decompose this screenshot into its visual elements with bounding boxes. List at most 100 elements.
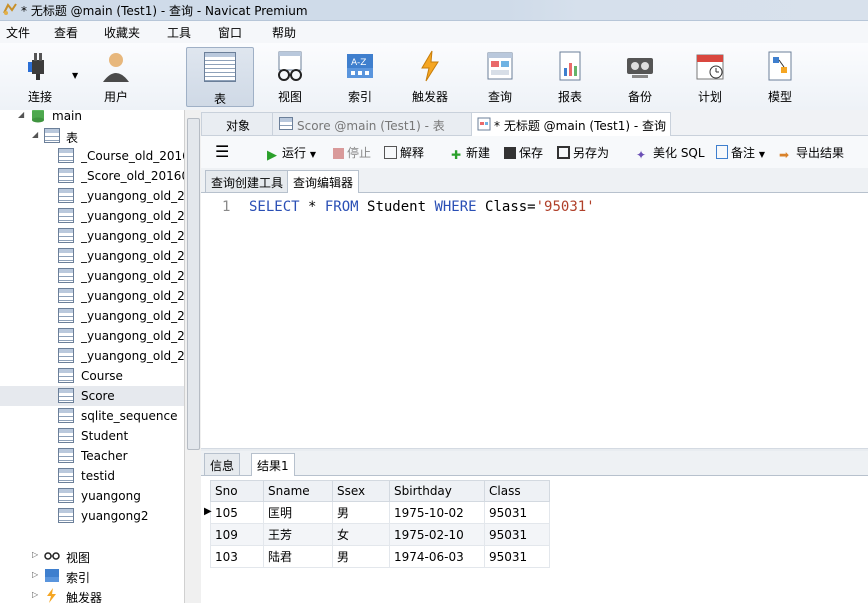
beautify-sql-button[interactable]: ✦ 美化 SQL <box>636 144 705 162</box>
table-row[interactable]: 105 匡明男 1975-10-02 95031 <box>210 501 550 524</box>
tree-node-table[interactable]: _yuangong_old_20 <box>0 246 184 266</box>
expand-arrow-icon[interactable]: ◢ <box>32 131 40 139</box>
tab-info[interactable]: 信息 <box>204 453 241 475</box>
collapsed-arrow-icon[interactable]: ▷ <box>32 571 40 579</box>
collapsed-arrow-icon[interactable]: ▷ <box>32 591 40 599</box>
trigger-button[interactable]: 触发器 <box>400 45 460 107</box>
table-cell[interactable]: 95031 <box>484 501 550 524</box>
tree-node-table[interactable]: _yuangong_old_20 <box>0 346 184 366</box>
tree-node-table[interactable]: _yuangong_old_20 <box>0 206 184 226</box>
expand-arrow-icon[interactable]: ◢ <box>18 111 26 119</box>
stop-button[interactable]: 停止 <box>333 144 371 161</box>
table-cell[interactable]: 男 <box>332 501 390 524</box>
export-result-button[interactable]: ➡ 导出结果 <box>779 144 844 162</box>
tree-node-table[interactable]: _yuangong_old_20 <box>0 326 184 346</box>
tree-node-table[interactable]: Student <box>0 426 184 446</box>
magic-wand-icon: ✦ <box>636 148 647 162</box>
tree-node-table[interactable]: yuangong2 <box>0 506 184 526</box>
comment-button[interactable]: 备注 ▼ <box>716 144 765 161</box>
hamburger-menu-icon[interactable]: ☰ <box>215 142 229 161</box>
tab-query[interactable]: * 无标题 @main (Test1) - 查询 <box>471 112 671 136</box>
tree-node-table[interactable]: Teacher <box>0 446 184 466</box>
tab-query-builder[interactable]: 查询创建工具 <box>205 170 290 192</box>
connect-button[interactable]: 连接 <box>10 45 70 107</box>
sql-text[interactable]: SELECT * FROM Student WHERE Class='95031… <box>249 199 595 215</box>
menu-view[interactable]: 查看 <box>54 24 78 41</box>
menu-help[interactable]: 帮助 <box>272 24 296 41</box>
table-row[interactable]: 103 陆君男 1974-06-03 95031 <box>210 545 550 568</box>
run-button[interactable]: ▶ 运行 ▼ <box>267 144 316 163</box>
table-cell[interactable]: 109 <box>210 523 264 546</box>
sql-editor[interactable] <box>201 193 868 448</box>
table-cell[interactable]: 1975-10-02 <box>389 501 485 524</box>
tab-objects[interactable]: 对象 <box>201 112 273 135</box>
menu-window[interactable]: 窗口 <box>218 24 242 41</box>
chevron-down-icon[interactable]: ▼ <box>310 150 316 159</box>
tree-node-table[interactable]: _yuangong_old_20 <box>0 186 184 206</box>
tree-node-table[interactable]: Course <box>0 366 184 386</box>
tree-node-views[interactable]: ▷ 视图 <box>0 546 184 566</box>
tree-node-indexes[interactable]: ▷ 索引 <box>0 566 184 586</box>
menu-file[interactable]: 文件 <box>6 24 30 41</box>
tab-result1[interactable]: 结果1 <box>251 453 295 476</box>
column-header[interactable]: Class <box>484 480 550 502</box>
report-button[interactable]: 报表 <box>540 45 600 107</box>
table-cell[interactable]: 王芳 <box>263 523 333 546</box>
save-button[interactable]: 保存 <box>504 144 543 161</box>
tree-node-tables[interactable]: ◢ 表 <box>0 126 184 146</box>
table-icon <box>44 128 60 143</box>
tree-node-table[interactable]: _yuangong_old_20 <box>0 306 184 326</box>
table-row[interactable]: 109 王芳女 1975-02-10 95031 <box>210 523 550 546</box>
tree-node-table[interactable]: _yuangong_old_20 <box>0 226 184 246</box>
user-icon <box>103 53 129 82</box>
tree-node-table[interactable]: Score <box>0 386 184 406</box>
column-header[interactable]: Sname <box>263 480 333 502</box>
scrollbar-thumb[interactable] <box>187 118 200 450</box>
column-header[interactable]: Ssex <box>332 480 390 502</box>
model-button[interactable]: 模型 <box>750 45 810 107</box>
column-header[interactable]: Sno <box>210 480 264 502</box>
tree-node-table[interactable]: sqlite_sequence <box>0 406 184 426</box>
table-cell[interactable]: 匡明 <box>263 501 333 524</box>
table-cell[interactable]: 1975-02-10 <box>389 523 485 546</box>
table-button[interactable]: 表 <box>186 47 254 107</box>
column-header[interactable]: Sbirthday <box>389 480 485 502</box>
table-cell[interactable]: 103 <box>210 545 264 568</box>
table-cell[interactable]: 陆君 <box>263 545 333 568</box>
tree-node-main[interactable]: ◢ main <box>0 110 184 126</box>
tree-scrollbar[interactable] <box>184 110 201 603</box>
collapsed-arrow-icon[interactable]: ▷ <box>32 551 40 559</box>
table-cell[interactable]: 女 <box>332 523 390 546</box>
table-cell[interactable]: 男 <box>332 545 390 568</box>
tab-score-table[interactable]: Score @main (Test1) - 表 <box>272 112 472 135</box>
tree-node-table[interactable]: _Course_old_2016 <box>0 146 184 166</box>
table-cell[interactable]: 105 <box>210 501 264 524</box>
chevron-down-icon[interactable]: ▼ <box>759 150 765 159</box>
table-cell[interactable]: 95031 <box>484 523 550 546</box>
tree-label: Score <box>81 389 115 403</box>
tree-label: Course <box>81 369 123 383</box>
tree-node-triggers[interactable]: ▷ 触发器 <box>0 586 184 603</box>
backup-button[interactable]: 备份 <box>610 45 670 107</box>
explain-button[interactable]: 解释 <box>384 144 424 161</box>
save-as-button[interactable]: 另存为 <box>557 144 609 161</box>
user-button[interactable]: 用户 <box>86 45 146 107</box>
chevron-down-icon[interactable]: ▼ <box>72 71 78 80</box>
tree-node-table[interactable]: _Score_old_20160 <box>0 166 184 186</box>
schedule-button[interactable]: 计划 <box>680 45 740 107</box>
tab-query-editor[interactable]: 查询编辑器 <box>287 170 360 193</box>
index-button[interactable]: A-Z 索引 <box>330 45 390 107</box>
query-button[interactable]: 查询 <box>470 45 530 107</box>
table-icon <box>58 408 74 423</box>
menu-tools[interactable]: 工具 <box>167 24 191 41</box>
view-button[interactable]: 视图 <box>260 45 320 107</box>
table-cell[interactable]: 1974-06-03 <box>389 545 485 568</box>
tree-node-table[interactable]: testid <box>0 466 184 486</box>
tree-node-table[interactable]: yuangong <box>0 486 184 506</box>
result-tabs: 信息 结果1 <box>201 451 868 476</box>
tree-node-table[interactable]: _yuangong_old_20 <box>0 266 184 286</box>
menu-favorites[interactable]: 收藏夹 <box>104 24 140 41</box>
table-cell[interactable]: 95031 <box>484 545 550 568</box>
new-button[interactable]: ✚ 新建 <box>451 144 490 162</box>
tree-node-table[interactable]: _yuangong_old_20 <box>0 286 184 306</box>
